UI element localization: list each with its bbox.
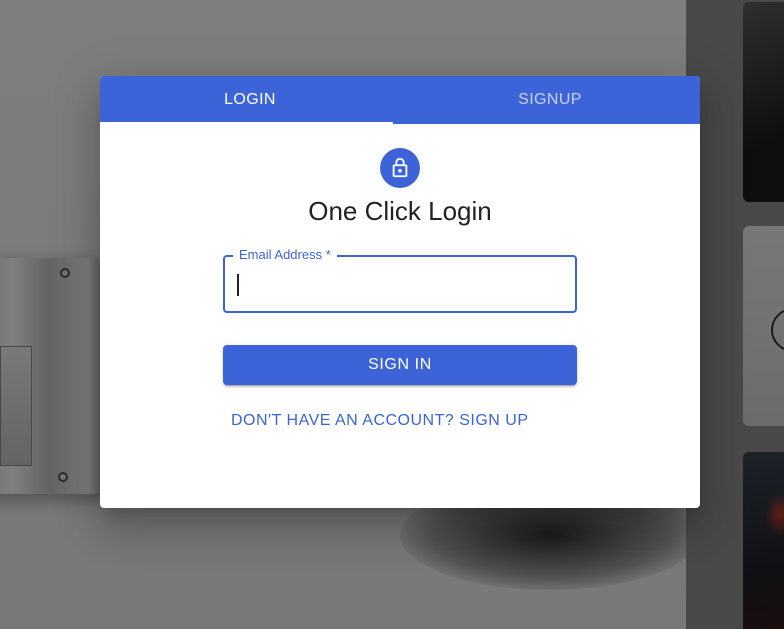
signup-link[interactable]: DON'T HAVE AN ACCOUNT? SIGN UP <box>223 401 577 441</box>
text-cursor <box>237 274 239 296</box>
auth-tabs: LOGIN SIGNUP <box>100 76 700 124</box>
email-field[interactable]: Email Address * <box>223 247 577 313</box>
page-title: One Click Login <box>308 196 492 226</box>
tab-signup[interactable]: SIGNUP <box>400 76 700 124</box>
email-input[interactable] <box>237 269 557 299</box>
login-form: One Click Login Email Address * SIGN IN … <box>100 124 700 441</box>
sign-in-button[interactable]: SIGN IN <box>223 345 577 385</box>
email-field-label: Email Address * <box>233 247 337 263</box>
active-tab-indicator <box>100 122 393 124</box>
tab-login[interactable]: LOGIN <box>100 76 400 124</box>
login-dialog: LOGIN SIGNUP One Click Login Email Addre… <box>100 76 700 508</box>
lock-icon <box>380 148 420 188</box>
